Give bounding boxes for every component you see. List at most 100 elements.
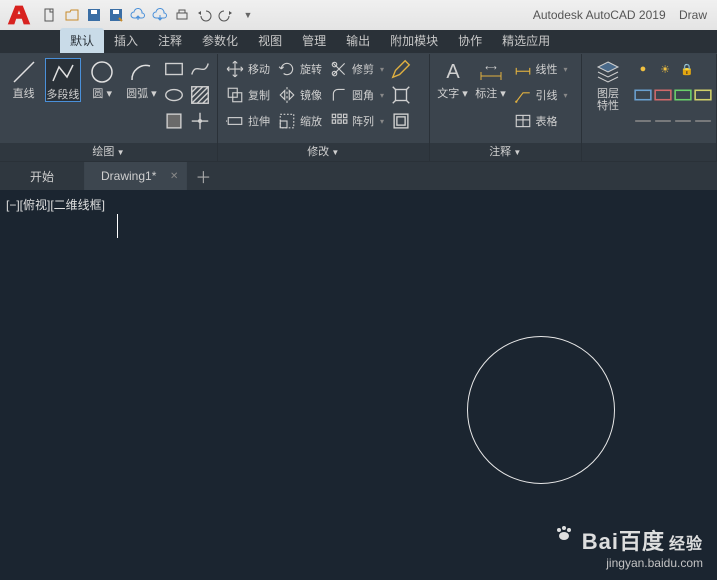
hatch-icon[interactable] bbox=[189, 84, 211, 106]
line-icon bbox=[10, 58, 38, 86]
ribbon: 直线 多段线 圆 ▾ 圆弧 ▾ bbox=[0, 54, 717, 162]
bulb-icon: ● bbox=[634, 60, 652, 78]
offset-icon[interactable] bbox=[390, 110, 412, 132]
tab-default[interactable]: 默认 bbox=[60, 28, 104, 53]
layer-tool-icon[interactable] bbox=[632, 84, 654, 106]
tab-drawing1[interactable]: Drawing1* ✕ bbox=[85, 162, 187, 190]
table-button[interactable]: 表格 bbox=[512, 110, 570, 132]
layer-tool-icon[interactable] bbox=[652, 84, 674, 106]
mirror-button[interactable]: 镜像 bbox=[276, 84, 324, 106]
svg-text:⟷: ⟷ bbox=[485, 63, 497, 72]
linear-icon bbox=[514, 60, 532, 78]
region-icon[interactable] bbox=[163, 110, 185, 132]
layers-icon bbox=[594, 58, 622, 86]
layer-tool-icon[interactable] bbox=[672, 110, 694, 132]
layer-tool-icon[interactable] bbox=[652, 110, 674, 132]
new-icon[interactable] bbox=[40, 5, 60, 25]
rotate-icon bbox=[278, 60, 296, 78]
text-button[interactable]: A 文字 ▾ bbox=[436, 58, 470, 100]
tab-output[interactable]: 输出 bbox=[336, 28, 380, 53]
add-tab-button[interactable]: ＋ bbox=[191, 164, 215, 188]
move-icon bbox=[226, 60, 244, 78]
leader-button[interactable]: 引线▾ bbox=[512, 84, 570, 106]
save-icon[interactable] bbox=[84, 5, 104, 25]
tab-annotate[interactable]: 注释 bbox=[148, 28, 192, 53]
drawing-canvas[interactable]: [−][俯视][二维线框] Bai百度经验 jingyan.baidu.com bbox=[0, 190, 717, 580]
ellipse-icon[interactable] bbox=[163, 84, 185, 106]
tab-parametric[interactable]: 参数化 bbox=[192, 28, 248, 53]
close-icon[interactable]: ✕ bbox=[170, 171, 178, 182]
viewport-label[interactable]: [−][俯视][二维线框] bbox=[6, 196, 105, 213]
layer-tool-icon[interactable] bbox=[632, 110, 654, 132]
circle-button[interactable]: 圆 ▾ bbox=[85, 58, 120, 100]
copy-button[interactable]: 复制 bbox=[224, 84, 272, 106]
undo-icon[interactable] bbox=[194, 5, 214, 25]
redo-icon[interactable] bbox=[216, 5, 236, 25]
watermark: Bai百度经验 jingyan.baidu.com bbox=[555, 524, 703, 570]
polyline-button[interactable]: 多段线 bbox=[45, 58, 80, 102]
dimension-button[interactable]: ⟷ 标注 ▾ bbox=[474, 58, 508, 100]
tab-view[interactable]: 视图 bbox=[248, 28, 292, 53]
leader-icon bbox=[514, 86, 532, 104]
tab-insert[interactable]: 插入 bbox=[104, 28, 148, 53]
layer-tool-icon[interactable] bbox=[672, 84, 694, 106]
layer-properties-button[interactable]: 图层 特性 bbox=[588, 58, 628, 112]
layer-tool-icon[interactable] bbox=[692, 84, 714, 106]
arc-icon bbox=[127, 58, 155, 86]
fillet-icon bbox=[330, 86, 348, 104]
cloud-save-icon[interactable] bbox=[150, 5, 170, 25]
cloud-open-icon[interactable] bbox=[128, 5, 148, 25]
array-button[interactable]: 阵列▾ bbox=[328, 110, 386, 132]
tab-manage[interactable]: 管理 bbox=[292, 28, 336, 53]
panel-title-modify[interactable]: 修改 bbox=[218, 143, 429, 161]
rotate-button[interactable]: 旋转 bbox=[276, 58, 324, 80]
rectangle-icon[interactable] bbox=[163, 58, 185, 80]
quick-access-toolbar: ▼ bbox=[40, 5, 258, 25]
sun-icon: ☀ bbox=[656, 60, 674, 78]
text-icon: A bbox=[439, 58, 467, 86]
layer-tool-icon[interactable] bbox=[692, 110, 714, 132]
stretch-button[interactable]: 拉伸 bbox=[224, 110, 272, 132]
arc-button[interactable]: 圆弧 ▾ bbox=[124, 58, 159, 100]
scale-icon bbox=[278, 112, 296, 130]
explode-icon[interactable] bbox=[390, 84, 412, 106]
chevron-down-icon: ▾ bbox=[103, 88, 112, 100]
tab-start[interactable]: 开始 bbox=[14, 162, 85, 190]
copy-icon bbox=[226, 86, 244, 104]
text-cursor bbox=[117, 214, 118, 238]
array-icon bbox=[330, 112, 348, 130]
saveas-icon[interactable] bbox=[106, 5, 126, 25]
plot-icon[interactable] bbox=[172, 5, 192, 25]
dimension-icon: ⟷ bbox=[477, 58, 505, 86]
qat-more-icon[interactable]: ▼ bbox=[238, 5, 258, 25]
ribbon-tabs: 默认 插入 注释 参数化 视图 管理 输出 附加模块 协作 精选应用 bbox=[0, 30, 717, 54]
draw-misc-grid bbox=[163, 58, 211, 132]
tab-featured[interactable]: 精选应用 bbox=[492, 28, 560, 53]
paw-icon bbox=[555, 524, 573, 542]
tab-addins[interactable]: 附加模块 bbox=[380, 28, 448, 53]
tab-collab[interactable]: 协作 bbox=[448, 28, 492, 53]
circle-icon bbox=[88, 58, 116, 86]
spline-icon[interactable] bbox=[189, 58, 211, 80]
scale-button[interactable]: 缩放 bbox=[276, 110, 324, 132]
window-title: Autodesk AutoCAD 2019 Draw bbox=[533, 8, 707, 22]
lock-icon: 🔒 bbox=[678, 60, 696, 78]
panel-title-layers bbox=[582, 143, 716, 161]
layer-state-row[interactable]: ● ☀ 🔒 bbox=[632, 58, 702, 80]
trim-button[interactable]: 修剪▾ bbox=[328, 58, 386, 80]
circle-entity[interactable] bbox=[467, 336, 615, 484]
panel-title-draw[interactable]: 绘图 bbox=[0, 143, 217, 161]
table-icon bbox=[514, 112, 532, 130]
open-icon[interactable] bbox=[62, 5, 82, 25]
app-logo[interactable] bbox=[4, 2, 34, 28]
move-button[interactable]: 移动 bbox=[224, 58, 272, 80]
line-button[interactable]: 直线 bbox=[6, 58, 41, 100]
fillet-button[interactable]: 圆角▾ bbox=[328, 84, 386, 106]
svg-text:A: A bbox=[446, 61, 460, 83]
point-icon[interactable] bbox=[189, 110, 211, 132]
linear-dim-button[interactable]: 线性▾ bbox=[512, 58, 570, 80]
panel-title-annotate[interactable]: 注释 bbox=[430, 143, 581, 161]
document-tabs: 开始 Drawing1* ✕ ＋ bbox=[0, 162, 717, 190]
trim-icon bbox=[330, 60, 348, 78]
pencil-icon[interactable] bbox=[390, 58, 412, 80]
